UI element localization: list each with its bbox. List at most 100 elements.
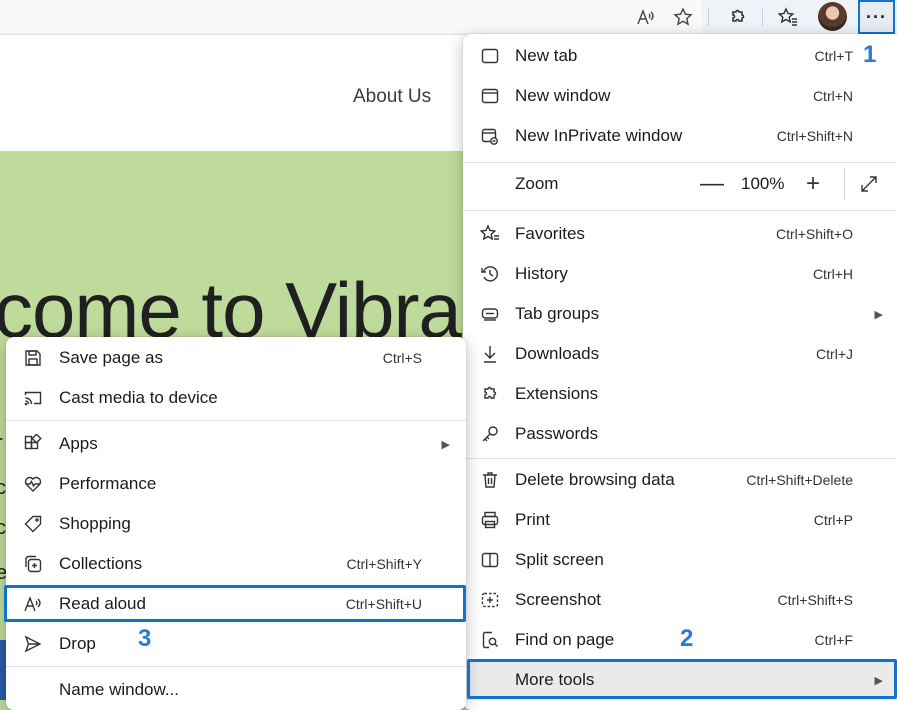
chevron-right-icon: ▶ [441, 438, 450, 451]
toolbar-divider [708, 8, 709, 26]
menu-item-label: Delete browsing data [515, 470, 675, 489]
cast-icon [22, 387, 44, 409]
new-window-icon [479, 85, 501, 107]
menu-item-label: Name window... [59, 680, 179, 699]
menu-item-delete-browsing-data[interactable]: Delete browsing data Ctrl+Shift+Delete [463, 460, 897, 500]
menu-item-label: New InPrivate window [515, 126, 683, 145]
nav-about-us[interactable]: About Us [353, 86, 431, 108]
menu-item-new-window[interactable]: New window Ctrl+N [463, 76, 897, 116]
menu-item-shortcut: Ctrl+Shift+Y [346, 556, 422, 572]
menu-item-label: Passwords [515, 424, 599, 443]
address-bar[interactable] [0, 0, 702, 33]
menu-item-label: Drop [59, 634, 96, 653]
favorites-icon [479, 223, 501, 245]
zoom-in-button[interactable]: + [806, 172, 820, 196]
browser-toolbar: ··· [0, 0, 897, 35]
hero-text-fragment: r [0, 432, 3, 455]
favorites-icon[interactable] [774, 3, 802, 31]
zoom-divider [844, 168, 845, 200]
menu-item-extensions[interactable]: Extensions [463, 374, 897, 414]
inprivate-icon [479, 125, 501, 147]
menu-item-favorites[interactable]: Favorites Ctrl+Shift+O [463, 214, 897, 254]
menu-item-shortcut: Ctrl+S [382, 350, 422, 366]
drop-send-icon [22, 633, 44, 655]
menu-item-label: Print [515, 510, 550, 529]
more-options-button[interactable]: ··· [858, 0, 895, 34]
menu-item-label: Shopping [59, 514, 131, 533]
new-tab-icon [479, 45, 501, 67]
menu-item-label: New tab [515, 46, 578, 65]
settings-menu: New tab Ctrl+T New window Ctrl+N New InP… [463, 34, 897, 710]
fullscreen-icon[interactable] [858, 173, 880, 195]
menu-item-label: Collections [59, 554, 143, 573]
menu-item-downloads[interactable]: Downloads Ctrl+J [463, 334, 897, 374]
tab-groups-icon [479, 303, 501, 325]
menu-item-shortcut: Ctrl+P [813, 512, 853, 528]
menu-item-collections[interactable]: Collections Ctrl+Shift+Y [6, 544, 466, 584]
more-tools-submenu: Save page as Ctrl+S Cast media to device… [6, 337, 466, 710]
read-aloud-icon[interactable] [631, 3, 659, 31]
collections-icon [22, 553, 44, 575]
menu-item-print[interactable]: Print Ctrl+P [463, 500, 897, 540]
screenshot-icon [479, 589, 501, 611]
zoom-out-button[interactable]: — [700, 172, 724, 196]
menu-item-shortcut: Ctrl+J [816, 346, 853, 362]
step-number-1: 1 [863, 41, 877, 68]
menu-item-split-screen[interactable]: Split screen [463, 540, 897, 580]
menu-item-tab-groups[interactable]: Tab groups ▶ [463, 294, 897, 334]
menu-item-label: Screenshot [515, 590, 601, 609]
menu-item-label: Save page as [59, 348, 163, 367]
menu-item-label: Find on page [515, 630, 615, 649]
more-icon: ··· [866, 7, 887, 27]
highlight-more-tools [467, 659, 897, 699]
menu-item-shortcut: Ctrl+H [812, 266, 853, 282]
menu-item-shopping[interactable]: Shopping [6, 504, 466, 544]
menu-divider [6, 420, 466, 421]
menu-item-new-inprivate-window[interactable]: New InPrivate window Ctrl+Shift+N [463, 116, 897, 156]
save-icon [22, 347, 44, 369]
shopping-tag-icon [22, 513, 44, 535]
menu-divider [463, 458, 897, 459]
menu-divider [463, 210, 897, 211]
menu-item-passwords[interactable]: Passwords [463, 414, 897, 454]
menu-item-shortcut: Ctrl+Shift+N [776, 128, 853, 144]
menu-item-new-tab[interactable]: New tab Ctrl+T [463, 36, 897, 76]
highlight-read-aloud [4, 585, 466, 622]
menu-item-history[interactable]: History Ctrl+H [463, 254, 897, 294]
menu-item-label: Apps [59, 434, 98, 453]
menu-item-label: Performance [59, 474, 157, 493]
apps-icon [22, 433, 44, 455]
menu-item-drop[interactable]: Drop [6, 624, 466, 664]
trash-icon [479, 469, 501, 491]
menu-item-shortcut: Ctrl+F [814, 632, 854, 648]
profile-avatar[interactable] [818, 2, 847, 31]
menu-item-label: New window [515, 86, 611, 105]
menu-item-label: Split screen [515, 550, 604, 569]
menu-item-shortcut: Ctrl+Shift+S [777, 592, 853, 608]
history-icon [479, 263, 501, 285]
menu-item-label: History [515, 264, 568, 283]
menu-item-shortcut: Ctrl+Shift+Delete [746, 472, 853, 488]
menu-divider [6, 666, 466, 667]
print-icon [479, 509, 501, 531]
step-number-3: 3 [138, 625, 152, 652]
menu-divider [463, 162, 897, 163]
menu-item-label: Downloads [515, 344, 600, 363]
zoom-level: 100% [741, 174, 785, 193]
favorite-star-icon[interactable] [669, 3, 697, 31]
chevron-right-icon: ▶ [874, 308, 883, 321]
extensions-icon[interactable] [723, 3, 751, 31]
menu-item-shortcut: Ctrl+N [812, 88, 853, 104]
menu-item-performance[interactable]: Performance [6, 464, 466, 504]
menu-item-name-window[interactable]: Name window... [6, 670, 466, 710]
menu-item-cast-media[interactable]: Cast media to device [6, 378, 466, 418]
menu-item-shortcut: Ctrl+T [814, 48, 854, 64]
menu-item-apps[interactable]: Apps ▶ [6, 424, 466, 464]
menu-item-screenshot[interactable]: Screenshot Ctrl+Shift+S [463, 580, 897, 620]
menu-item-label: Favorites [515, 224, 585, 243]
menu-item-zoom: Zoom — 100% + [463, 164, 897, 204]
menu-item-save-page-as[interactable]: Save page as Ctrl+S [6, 338, 466, 378]
extensions-icon [479, 383, 501, 405]
split-screen-icon [479, 549, 501, 571]
key-icon [479, 423, 501, 445]
